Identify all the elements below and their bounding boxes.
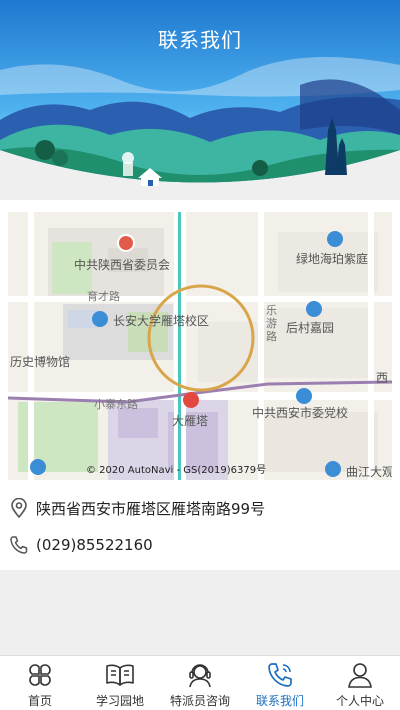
tab-study[interactable]: 学习园地	[80, 656, 160, 710]
location-pin-icon	[8, 497, 30, 519]
map-label-dayanta: 大雁塔	[172, 414, 209, 428]
page-title: 联系我们	[158, 28, 242, 52]
phone-icon	[8, 534, 30, 556]
phone-icon	[265, 661, 295, 689]
clover-icon	[25, 661, 55, 689]
phone-text[interactable]: (029)85522160	[36, 536, 153, 554]
map-label-party-school: 中共西安市委党校	[252, 406, 349, 420]
map-label-committee: 中共陕西省委员会	[74, 258, 171, 272]
tab-home-label: 首页	[27, 694, 52, 708]
phone-row[interactable]: (029)85522160	[8, 533, 392, 557]
contact-card: 中共陕西省委员会 绿地海珀紫庭 育才路 乐游路 长安大学雁塔校区 后村嘉园 历史…	[0, 200, 400, 570]
header-banner: 联系我们	[0, 0, 400, 200]
book-icon	[105, 661, 135, 689]
location-map[interactable]: 中共陕西省委员会 绿地海珀紫庭 育才路 乐游路 长安大学雁塔校区 后村嘉园 历史…	[8, 212, 392, 480]
map-label-qujiang: 曲江大观	[346, 465, 392, 479]
map-copyright: © 2020 AutoNavi - GS(2019)6379号	[86, 465, 267, 476]
tab-consult[interactable]: 特派员咨询	[160, 656, 240, 710]
address-row: 陕西省西安市雁塔区雁塔南路99号	[8, 496, 392, 520]
map-label-museum: 历史博物馆	[10, 355, 71, 369]
headset-user-icon	[185, 661, 215, 689]
map-label-xiaozhai-road: 小寨东路	[94, 398, 138, 411]
bottom-tab-bar: 首页 学习园地 特派员咨询 联系我们 个人中心	[0, 655, 400, 710]
map-label-lvdi: 绿地海珀紫庭	[296, 252, 369, 266]
tab-home[interactable]: 首页	[0, 656, 80, 710]
map-label-changan-university: 长安大学雁塔校区	[113, 314, 210, 328]
map-label-yucai-road: 育才路	[87, 290, 120, 303]
map-label-leyou-road: 乐游路	[266, 304, 277, 343]
map-label-xi: 西	[376, 371, 389, 385]
address-text: 陕西省西安市雁塔区雁塔南路99号	[36, 499, 266, 518]
tab-contact[interactable]: 联系我们	[240, 656, 320, 710]
tab-profile[interactable]: 个人中心	[320, 656, 400, 710]
tab-contact-label: 联系我们	[255, 694, 304, 708]
tab-study-label: 学习园地	[95, 694, 144, 708]
tab-profile-label: 个人中心	[335, 694, 384, 708]
user-icon	[345, 661, 375, 689]
map-label-houcun: 后村嘉园	[286, 321, 335, 335]
tab-consult-label: 特派员咨询	[169, 694, 230, 708]
